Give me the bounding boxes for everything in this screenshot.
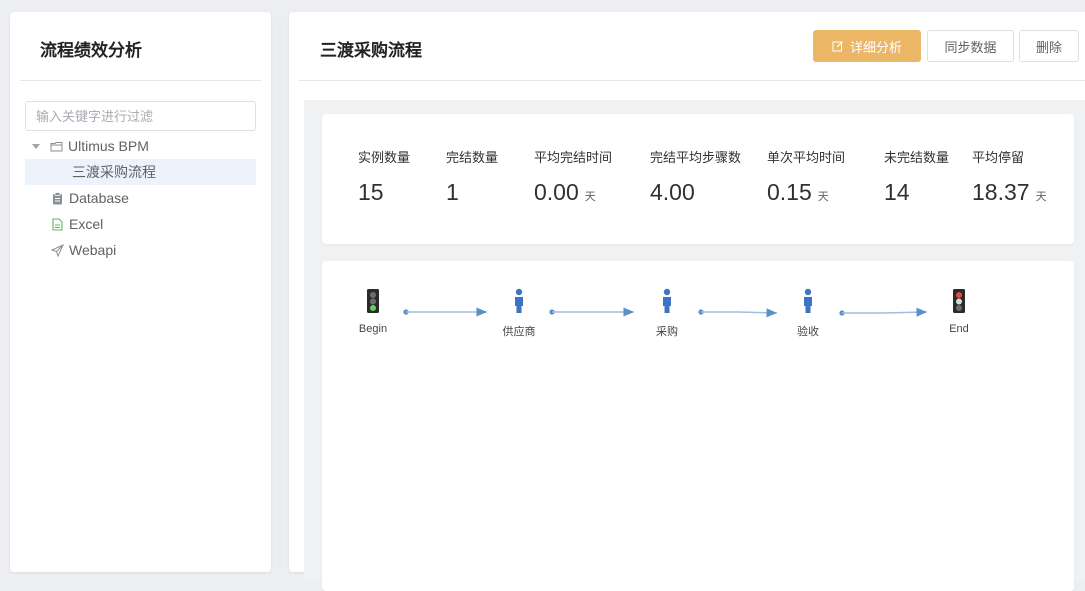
person-icon <box>802 288 814 317</box>
person-icon <box>513 288 525 317</box>
stat-value: 15 <box>358 179 384 205</box>
sidebar-divider <box>20 80 261 81</box>
content-area: 实例数量 15 完结数量 1 平均完结时间 0.00 天 完结平均步骤数 4.00… <box>304 100 1085 591</box>
stat-value: 0.00 天 <box>534 179 596 205</box>
detail-analysis-button[interactable]: 详细分析 <box>813 30 921 62</box>
detail-analysis-label: 详细分析 <box>849 39 902 55</box>
tree-item-label: Webapi <box>69 242 117 258</box>
stat-value: 14 <box>884 179 910 205</box>
flow-arrow <box>698 308 778 318</box>
flow-node-label: 采购 <box>656 326 678 338</box>
stat-value: 4.00 <box>650 179 695 205</box>
tree-item-database[interactable]: Database <box>50 185 129 211</box>
stat-label: 完结数量 <box>446 150 499 165</box>
stat-label: 单次平均时间 <box>767 150 846 165</box>
flow-node-acceptance[interactable]: 验收 <box>778 288 838 339</box>
stats-card: 实例数量 15 完结数量 1 平均完结时间 0.00 天 完结平均步骤数 4.00… <box>322 114 1074 244</box>
delete-button[interactable]: 删除 <box>1019 30 1079 62</box>
stat-avg-completion-time: 平均完结时间 0.00 天 <box>534 147 612 206</box>
tree-item-procurement-process[interactable]: 三渡采购流程 <box>25 159 256 185</box>
flow-node-begin[interactable]: Begin <box>343 289 403 335</box>
flow-node-label: End <box>949 323 969 335</box>
tree-item-label: Database <box>69 190 129 206</box>
tree-item-webapi[interactable]: Webapi <box>50 237 116 263</box>
tree-item-ultimus-bpm[interactable]: Ultimus BPM <box>32 133 149 159</box>
flow-node-end[interactable]: End <box>929 289 989 335</box>
stat-avg-steps: 完结平均步骤数 4.00 <box>650 147 741 206</box>
tree-item-label: Ultimus BPM <box>68 138 149 154</box>
stat-value: 18.37 天 <box>972 179 1047 205</box>
stat-label: 完结平均步骤数 <box>650 150 742 165</box>
flow-node-label: 供应商 <box>502 326 536 338</box>
stat-uncompleted-count: 未完结数量 14 <box>884 147 949 206</box>
flow-node-purchase[interactable]: 采购 <box>637 288 697 339</box>
stat-avg-single-time: 单次平均时间 0.15 天 <box>767 147 845 206</box>
flow-node-supplier[interactable]: 供应商 <box>489 288 549 339</box>
send-icon <box>50 243 64 257</box>
sidebar-title: 流程绩效分析 <box>40 41 142 60</box>
stat-label: 实例数量 <box>358 150 411 165</box>
caret-down-icon[interactable] <box>32 143 40 149</box>
page-title: 三渡采购流程 <box>320 41 422 60</box>
stat-label: 平均停留 <box>972 150 1025 165</box>
traffic-light-green-icon <box>366 288 380 317</box>
filter-input[interactable] <box>25 101 256 131</box>
sidebar-panel: 流程绩效分析 Ultimus BPM 三渡采购流程 Database Excel… <box>10 12 271 572</box>
flow-diagram-card: Begin 供应商 采购 验收 End <box>322 261 1074 591</box>
edit-icon <box>832 40 844 52</box>
flow-node-label: 验收 <box>797 326 819 338</box>
flow-arrow <box>549 307 634 317</box>
flow-arrow <box>839 307 928 317</box>
stat-instance-count: 实例数量 15 <box>358 147 410 206</box>
header-divider <box>299 80 1085 81</box>
stat-unit: 天 <box>584 191 596 203</box>
main-panel: 三渡采购流程 详细分析 同步数据 删除 实例数量 15 完结数量 1 平均完结时… <box>289 12 1085 591</box>
tree-item-label: 三渡采购流程 <box>72 164 156 180</box>
tree-item-label: Excel <box>69 216 104 232</box>
clipboard-icon <box>50 191 64 205</box>
stat-avg-stay: 平均停留 18.37 天 <box>972 147 1047 206</box>
stat-completed-count: 完结数量 1 <box>446 147 498 206</box>
traffic-light-red-icon <box>952 288 966 317</box>
document-icon <box>50 217 64 231</box>
stat-label: 平均完结时间 <box>534 150 613 165</box>
sync-data-button[interactable]: 同步数据 <box>927 30 1014 62</box>
stat-unit: 天 <box>1035 191 1047 203</box>
flow-node-label: Begin <box>358 323 388 335</box>
stat-label: 未完结数量 <box>884 150 950 165</box>
person-icon <box>661 288 673 317</box>
stat-unit: 天 <box>817 191 829 203</box>
stat-value: 0.15 天 <box>767 179 829 205</box>
stat-value: 1 <box>446 179 459 205</box>
tree-item-excel[interactable]: Excel <box>50 211 103 237</box>
flow-arrow <box>403 307 487 317</box>
folder-icon <box>49 139 63 153</box>
